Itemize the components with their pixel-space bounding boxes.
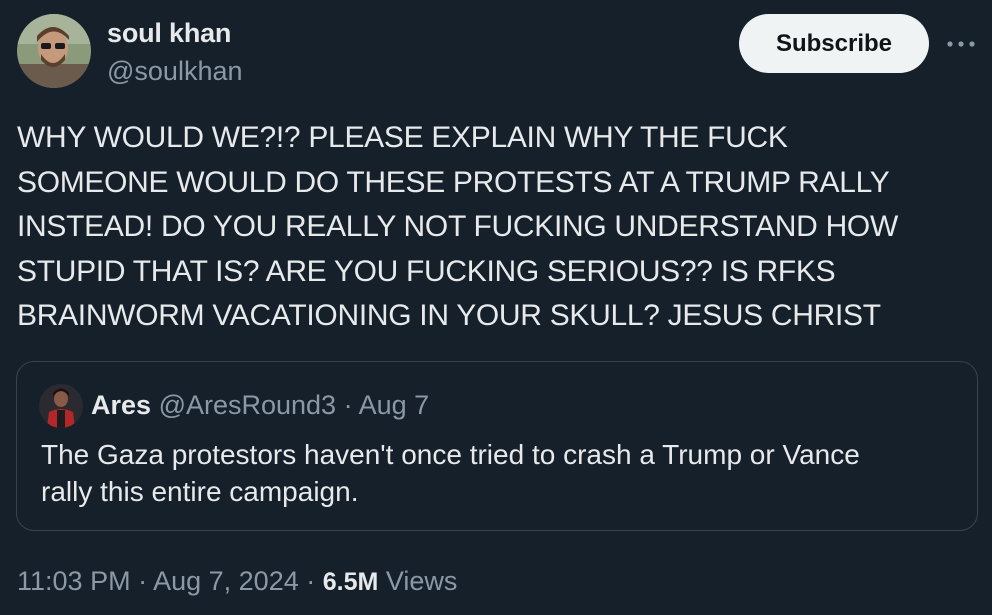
author-avatar[interactable] — [17, 14, 91, 88]
tweet-text: WHY WOULD WE?!? PLEASE EXPLAIN WHY THE F… — [17, 116, 982, 339]
more-horizontal-icon — [947, 41, 975, 47]
quoted-text-line: rally this entire campaign. — [41, 476, 359, 507]
author-name[interactable]: soul khan — [107, 18, 231, 49]
author-handle[interactable]: @soulkhan — [107, 56, 243, 87]
tweet-footer: 11:03 PM · Aug 7, 2024 · 6.5M Views — [17, 566, 457, 597]
tweet-text-line: SOMEONE WOULD DO THESE PROTESTS AT A TRU… — [17, 165, 890, 199]
more-options-button[interactable] — [945, 34, 977, 54]
tweet-text-line: WHY WOULD WE?!? PLEASE EXPLAIN WHY THE F… — [17, 121, 788, 154]
views-label: Views — [385, 566, 458, 596]
quoted-author-avatar-image — [39, 384, 83, 428]
quoted-text-line: The Gaza protestors haven't once tried t… — [41, 439, 860, 470]
tweet-time[interactable]: 11:03 PM — [17, 566, 131, 596]
author-avatar-image — [17, 14, 91, 88]
quoted-tweet-header: Ares @AresRound3 · Aug 7 — [91, 390, 429, 421]
tweet-text-line: STUPID THAT IS? ARE YOU FUCKING SERIOUS?… — [17, 254, 836, 288]
quoted-separator: · — [343, 390, 353, 420]
quoted-tweet[interactable]: Ares @AresRound3 · Aug 7 The Gaza protes… — [16, 361, 978, 531]
quoted-tweet-date[interactable]: Aug 7 — [359, 390, 430, 420]
tweet-date[interactable]: Aug 7, 2024 — [153, 566, 299, 596]
subscribe-button[interactable]: Subscribe — [739, 14, 929, 73]
quoted-author-avatar[interactable] — [39, 384, 83, 428]
views-count: 6.5M — [322, 568, 379, 596]
tweet-text-line: BRAINWORM VACATIONING IN YOUR SKULL? JES… — [17, 299, 881, 332]
footer-separator: · — [306, 566, 316, 596]
footer-separator: · — [138, 566, 148, 596]
quoted-author-handle[interactable]: @AresRound3 — [159, 390, 337, 420]
quoted-author-name[interactable]: Ares — [91, 390, 151, 420]
quoted-tweet-text: The Gaza protestors haven't once tried t… — [41, 436, 941, 510]
tweet-text-line: INSTEAD! DO YOU REALLY NOT FUCKING UNDER… — [17, 210, 898, 243]
